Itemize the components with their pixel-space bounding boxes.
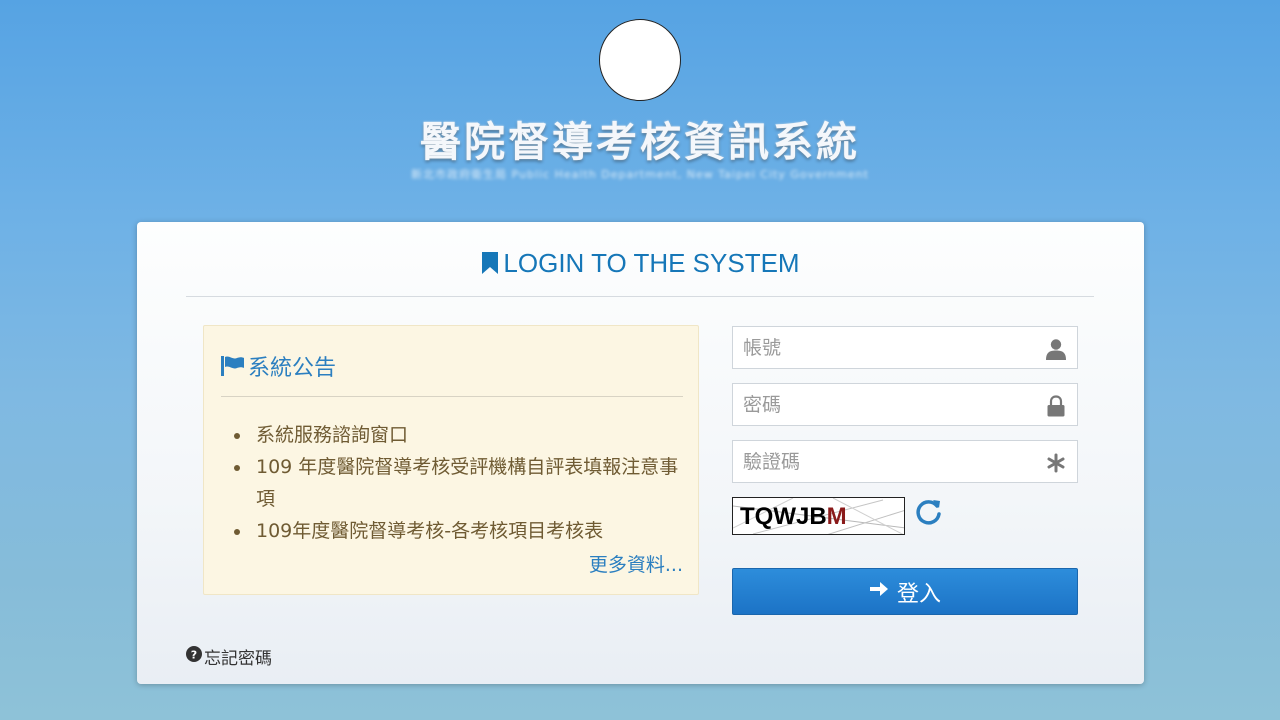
- captcha-image: TQWJBM: [732, 497, 905, 535]
- panel-heading: LOGIN TO THE SYSTEM: [137, 248, 1144, 281]
- panel-heading-text: LOGIN TO THE SYSTEM: [503, 248, 800, 278]
- announcements-list: 系統服務諮詢窗口 109 年度醫院督導考核受評機構自評表填報注意事項 109年度…: [234, 419, 684, 547]
- announcements-title-text: 系統公告: [248, 356, 337, 381]
- account-input[interactable]: [733, 327, 1077, 368]
- site-title: 醫院督導考核資訊系統: [420, 118, 860, 166]
- captcha-text-tail: M: [826, 503, 847, 530]
- announcements-box: 系統公告 系統服務諮詢窗口 109 年度醫院督導考核受評機構自評表填報注意事項 …: [203, 325, 699, 595]
- captcha-text-main: TQWJB: [740, 503, 827, 530]
- svg-text:?: ?: [191, 648, 197, 661]
- arrow-right-icon: [869, 579, 889, 605]
- asterisk-icon: [1045, 452, 1067, 474]
- captcha-field: [732, 440, 1078, 483]
- announcements-title: 系統公告: [221, 350, 336, 382]
- question-circle-icon: ?: [186, 646, 202, 667]
- announcement-item[interactable]: 109 年度醫院督導考核受評機構自評表填報注意事項: [234, 451, 684, 515]
- more-link[interactable]: 更多資料...: [589, 550, 683, 577]
- refresh-icon[interactable]: [914, 497, 944, 527]
- bookmark-icon: [481, 250, 499, 281]
- captcha-text: TQWJBM: [740, 503, 847, 531]
- flag-icon: [221, 356, 245, 382]
- account-field: [732, 326, 1078, 369]
- announcement-item[interactable]: 109年度醫院督導考核-各考核項目考核表: [234, 515, 684, 547]
- announcement-item[interactable]: 系統服務諮詢窗口: [234, 419, 684, 451]
- forgot-password-link[interactable]: ? 忘記密碼: [186, 644, 272, 669]
- logo: [599, 19, 681, 101]
- captcha-input[interactable]: [733, 441, 1077, 482]
- lock-icon: [1045, 395, 1067, 417]
- site-subtitle: 新北市政府衛生局 Public Health Department, New T…: [411, 168, 869, 181]
- announcements-divider: [221, 396, 683, 397]
- login-panel: LOGIN TO THE SYSTEM 系統公告 系統服務諮詢窗口 109 年度…: [137, 222, 1144, 684]
- password-input[interactable]: [733, 384, 1077, 425]
- login-button-label: 登入: [896, 581, 941, 607]
- login-button[interactable]: 登入: [732, 568, 1078, 615]
- user-icon: [1045, 338, 1067, 360]
- divider: [186, 296, 1094, 297]
- password-field: [732, 383, 1078, 426]
- forgot-password-label: 忘記密碼: [204, 649, 272, 669]
